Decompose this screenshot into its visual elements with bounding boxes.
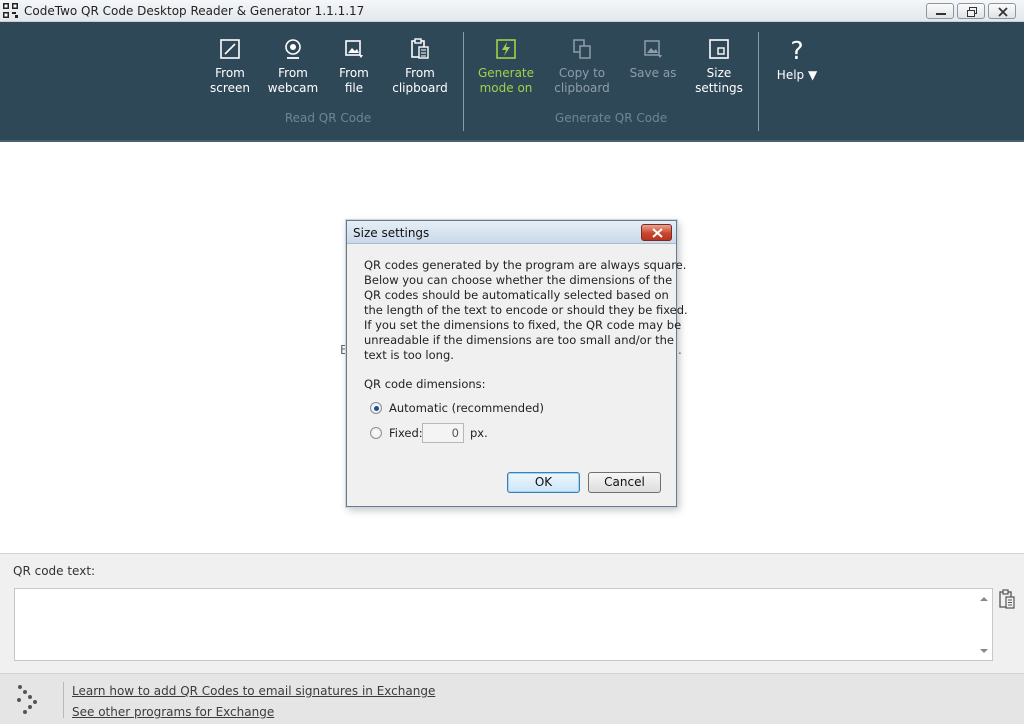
from-clipboard-button[interactable]: From clipboard [383,38,457,96]
dialog-titlebar: Size settings [347,221,676,244]
footer-separator [63,682,64,718]
fixed-label: Fixed: [389,426,423,440]
help-menu-button[interactable]: ? Help ▼ [770,36,824,83]
px-unit-label: px. [470,426,488,440]
generate-mode-button[interactable]: Generate mode on [469,38,543,96]
scroll-down-icon[interactable] [977,645,991,657]
image-file-icon [345,40,363,58]
window-titlebar: CodeTwo QR Code Desktop Reader & Generat… [0,0,1024,22]
paste-icon[interactable] [998,589,1016,609]
window-title: CodeTwo QR Code Desktop Reader & Generat… [24,4,365,18]
qr-text-label: QR code text: [13,564,96,578]
toolbar-separator-2 [758,32,759,131]
automatic-radio[interactable] [370,402,382,414]
close-icon [652,228,663,238]
cancel-button[interactable]: Cancel [588,472,661,493]
automatic-label: Automatic (recommended) [389,401,544,415]
app-qr-icon [3,3,18,18]
qr-text-input[interactable] [14,588,993,661]
size-settings-button[interactable]: Size settings [682,38,756,96]
size-settings-dialog: Size settings QR codes generated by the … [346,220,688,507]
restore-icon [967,7,977,17]
background-hint-right: . [678,343,682,357]
save-as-button[interactable]: Save as [616,38,690,81]
copy-to-clipboard-button[interactable]: Copy to clipboard [545,38,619,96]
minimize-button[interactable] [926,3,954,19]
copy-icon [573,39,591,59]
dialog-description: QR codes generated by the program are al… [364,258,688,362]
close-icon [998,7,1008,17]
fixed-size-input[interactable]: 0 [422,423,464,443]
generate-group-caption: Generate QR Code [554,111,668,125]
main-toolbar: From screen From webcam From file From c… [0,22,1024,142]
scroll-up-icon[interactable] [977,593,991,605]
screen-capture-icon [220,39,240,59]
dialog-title: Size settings [353,226,430,240]
lightning-icon [496,39,516,59]
webcam-icon [285,39,301,59]
fixed-radio[interactable] [370,427,382,439]
save-image-icon [644,40,662,58]
question-mark-icon: ? [790,36,804,65]
footer: Learn how to add QR Codes to email signa… [0,673,1024,724]
dialog-close-button[interactable] [641,224,672,241]
minimize-icon [936,13,946,15]
size-settings-icon [709,39,729,59]
toolbar-separator [463,32,464,131]
from-file-button[interactable]: From file [317,38,391,96]
ok-button[interactable]: OK [507,472,580,493]
email-signatures-link[interactable]: Learn how to add QR Codes to email signa… [72,684,435,698]
restore-button[interactable] [957,3,985,19]
close-window-button[interactable] [988,3,1016,19]
dimensions-label: QR code dimensions: [364,377,486,391]
read-group-caption: Read QR Code [284,111,372,125]
other-programs-link[interactable]: See other programs for Exchange [72,705,274,719]
codetwo-logo-icon [17,685,37,714]
clipboard-icon [411,38,429,59]
qr-text-panel: QR code text: [0,553,1024,673]
